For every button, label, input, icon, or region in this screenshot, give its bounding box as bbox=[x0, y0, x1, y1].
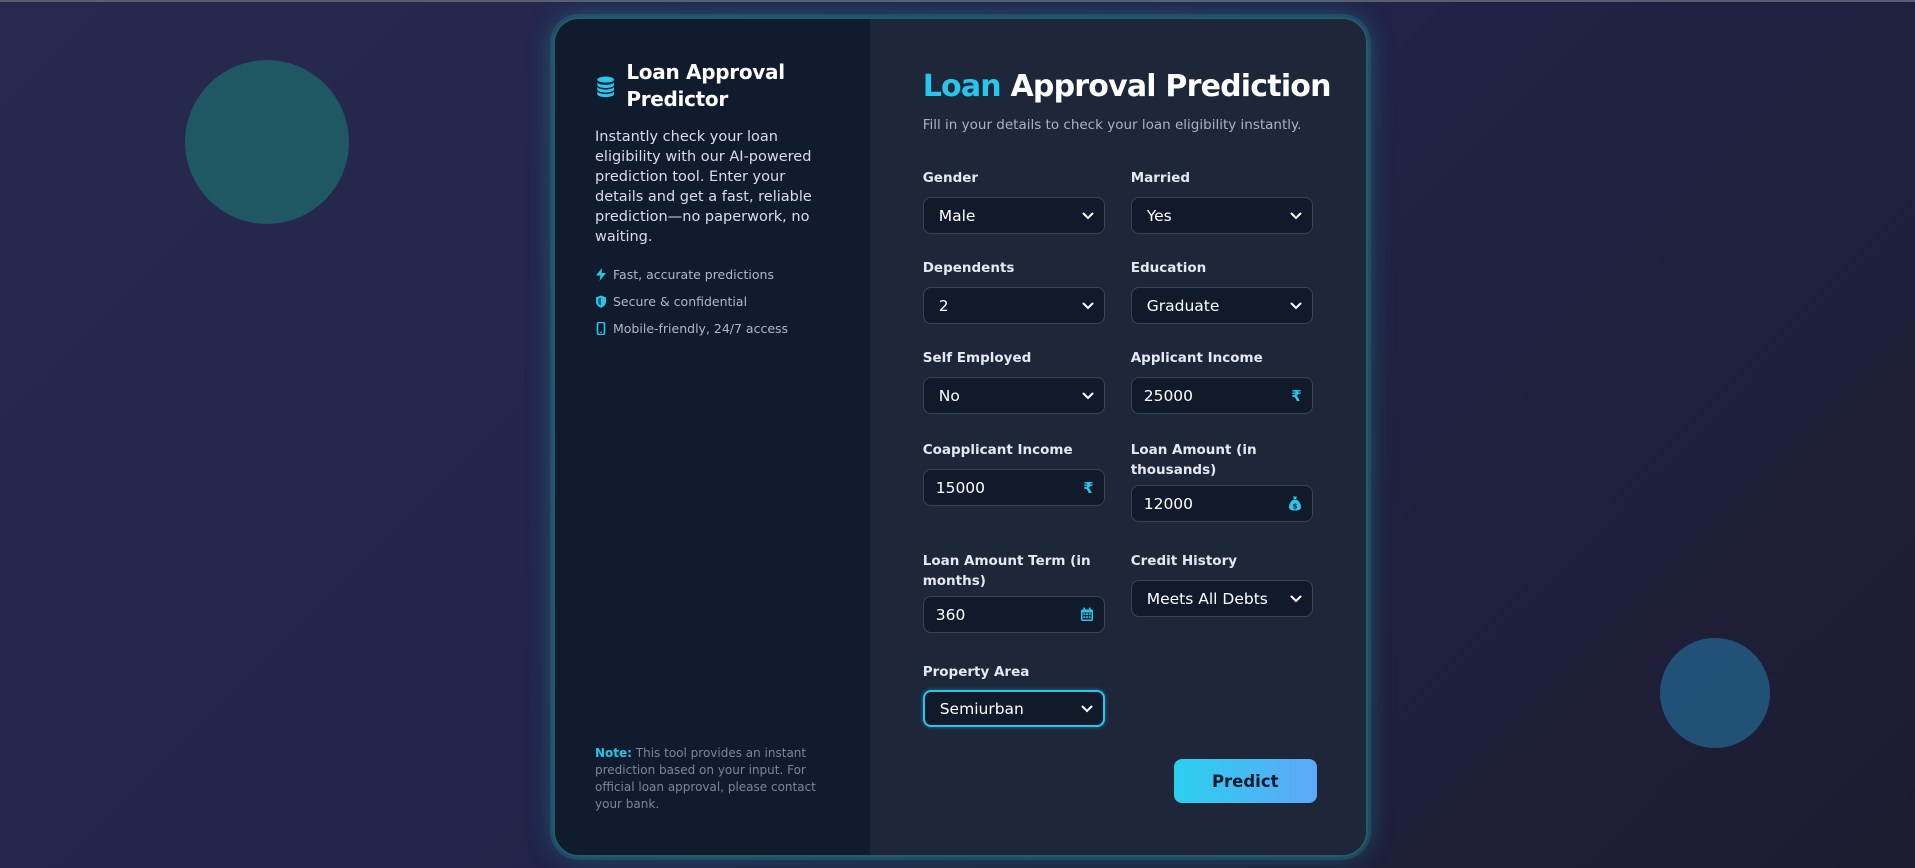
property-area-label: Property Area bbox=[922, 664, 1030, 680]
dependents-select[interactable]: 2 bbox=[922, 287, 1105, 324]
loan-card: Loan Approval Predictor Instantly check … bbox=[553, 17, 1368, 857]
property-area-field: Property Area Semiurban bbox=[922, 662, 1105, 727]
chevron-down-icon bbox=[1290, 212, 1302, 219]
loan-term-field: Loan Amount Term (in months) 360 bbox=[922, 551, 1113, 633]
coapplicant-income-input[interactable]: 15000 ₹ bbox=[922, 469, 1105, 506]
applicant-income-label: Applicant Income bbox=[1130, 350, 1263, 366]
married-field: Married Yes bbox=[1130, 168, 1313, 234]
self-employed-select[interactable]: No bbox=[922, 377, 1105, 414]
feature-text: Mobile-friendly, 24/7 access bbox=[613, 321, 789, 336]
self-employed-label: Self Employed bbox=[922, 350, 1032, 366]
rupee-icon: ₹ bbox=[1083, 478, 1094, 497]
loan-amount-input[interactable]: 12000 $ bbox=[1130, 485, 1313, 522]
feature-text: Secure & confidential bbox=[613, 294, 748, 309]
married-label: Married bbox=[1130, 170, 1191, 186]
feature-item: Secure & confidential bbox=[595, 288, 830, 315]
brand-header: Loan Approval Predictor bbox=[595, 59, 830, 113]
gender-field: Gender Male bbox=[922, 168, 1105, 234]
applicant-income-input[interactable]: 25000 ₹ bbox=[1130, 377, 1313, 414]
feature-item: Mobile-friendly, 24/7 access bbox=[595, 315, 830, 342]
chevron-down-icon bbox=[1082, 302, 1094, 309]
rupee-icon: ₹ bbox=[1291, 386, 1302, 405]
credit-history-label: Credit History bbox=[1130, 553, 1238, 569]
page-subtitle: Fill in your details to check your loan … bbox=[922, 117, 1302, 133]
chevron-down-icon bbox=[1290, 595, 1302, 602]
note-label: Note: bbox=[595, 746, 632, 760]
calendar-icon bbox=[1080, 607, 1093, 621]
loan-term-value: 360 bbox=[935, 605, 966, 624]
feature-list: Fast, accurate predictions Secure & conf… bbox=[595, 261, 830, 342]
married-select[interactable]: Yes bbox=[1130, 197, 1313, 234]
loan-term-label: Loan Amount Term (in months) bbox=[922, 553, 1091, 589]
self-employed-value: No bbox=[938, 386, 960, 405]
feature-text: Fast, accurate predictions bbox=[613, 267, 774, 282]
svg-text:$: $ bbox=[1292, 502, 1297, 510]
page-title: Loan Approval Prediction bbox=[922, 69, 1332, 104]
dependents-field: Dependents 2 bbox=[922, 258, 1105, 324]
coapplicant-income-label: Coapplicant Income bbox=[922, 442, 1073, 458]
chevron-down-icon bbox=[1082, 392, 1094, 399]
coapplicant-income-field: Coapplicant Income 15000 ₹ bbox=[922, 440, 1105, 506]
feature-item: Fast, accurate predictions bbox=[595, 261, 830, 288]
title-accent: Loan bbox=[922, 69, 1002, 104]
dependents-value: 2 bbox=[938, 296, 949, 315]
property-area-value: Semiurban bbox=[939, 699, 1024, 718]
predict-button[interactable]: Predict bbox=[1173, 759, 1317, 803]
coapplicant-income-value: 15000 bbox=[935, 478, 986, 497]
disclaimer-note: Note: This tool provides an instant pred… bbox=[595, 745, 827, 813]
loan-term-input[interactable]: 360 bbox=[922, 596, 1105, 633]
money-bag-icon: $ bbox=[1288, 496, 1301, 511]
applicant-income-field: Applicant Income 25000 ₹ bbox=[1130, 348, 1313, 414]
credit-history-select[interactable]: Meets All Debts bbox=[1130, 580, 1313, 617]
app-description: Instantly check your loan eligibility wi… bbox=[595, 129, 812, 245]
gender-select[interactable]: Male bbox=[922, 197, 1105, 234]
gender-label: Gender bbox=[922, 170, 979, 186]
bolt-icon bbox=[596, 268, 606, 281]
chevron-down-icon bbox=[1290, 302, 1302, 309]
gender-value: Male bbox=[938, 206, 976, 225]
chevron-down-icon bbox=[1081, 705, 1093, 712]
education-label: Education bbox=[1130, 260, 1207, 276]
credit-history-value: Meets All Debts bbox=[1146, 589, 1268, 608]
applicant-income-value: 25000 bbox=[1143, 386, 1194, 405]
loan-amount-value: 12000 bbox=[1143, 494, 1194, 513]
app-title: Loan Approval Predictor bbox=[626, 60, 785, 111]
window-top-border bbox=[0, 0, 1915, 2]
loan-amount-field: Loan Amount (in thousands) 12000 $ bbox=[1130, 440, 1321, 522]
loan-amount-label: Loan Amount (in thousands) bbox=[1130, 442, 1257, 478]
decorative-circle-left bbox=[185, 60, 349, 224]
title-rest: Approval Prediction bbox=[1000, 69, 1332, 104]
education-value: Graduate bbox=[1146, 296, 1220, 315]
married-value: Yes bbox=[1146, 206, 1172, 225]
info-panel: Loan Approval Predictor Instantly check … bbox=[555, 19, 870, 855]
credit-history-field: Credit History Meets All Debts bbox=[1130, 551, 1313, 617]
shield-icon bbox=[596, 295, 606, 308]
coins-icon bbox=[597, 76, 615, 98]
form-panel: Loan Approval Prediction Fill in your de… bbox=[869, 19, 1366, 855]
education-field: Education Graduate bbox=[1130, 258, 1313, 324]
chevron-down-icon bbox=[1082, 212, 1094, 219]
education-select[interactable]: Graduate bbox=[1130, 287, 1313, 324]
decorative-circle-right bbox=[1660, 638, 1770, 748]
property-area-select[interactable]: Semiurban bbox=[922, 690, 1105, 727]
self-employed-field: Self Employed No bbox=[922, 348, 1105, 414]
mobile-icon bbox=[596, 322, 606, 335]
dependents-label: Dependents bbox=[922, 260, 1015, 276]
